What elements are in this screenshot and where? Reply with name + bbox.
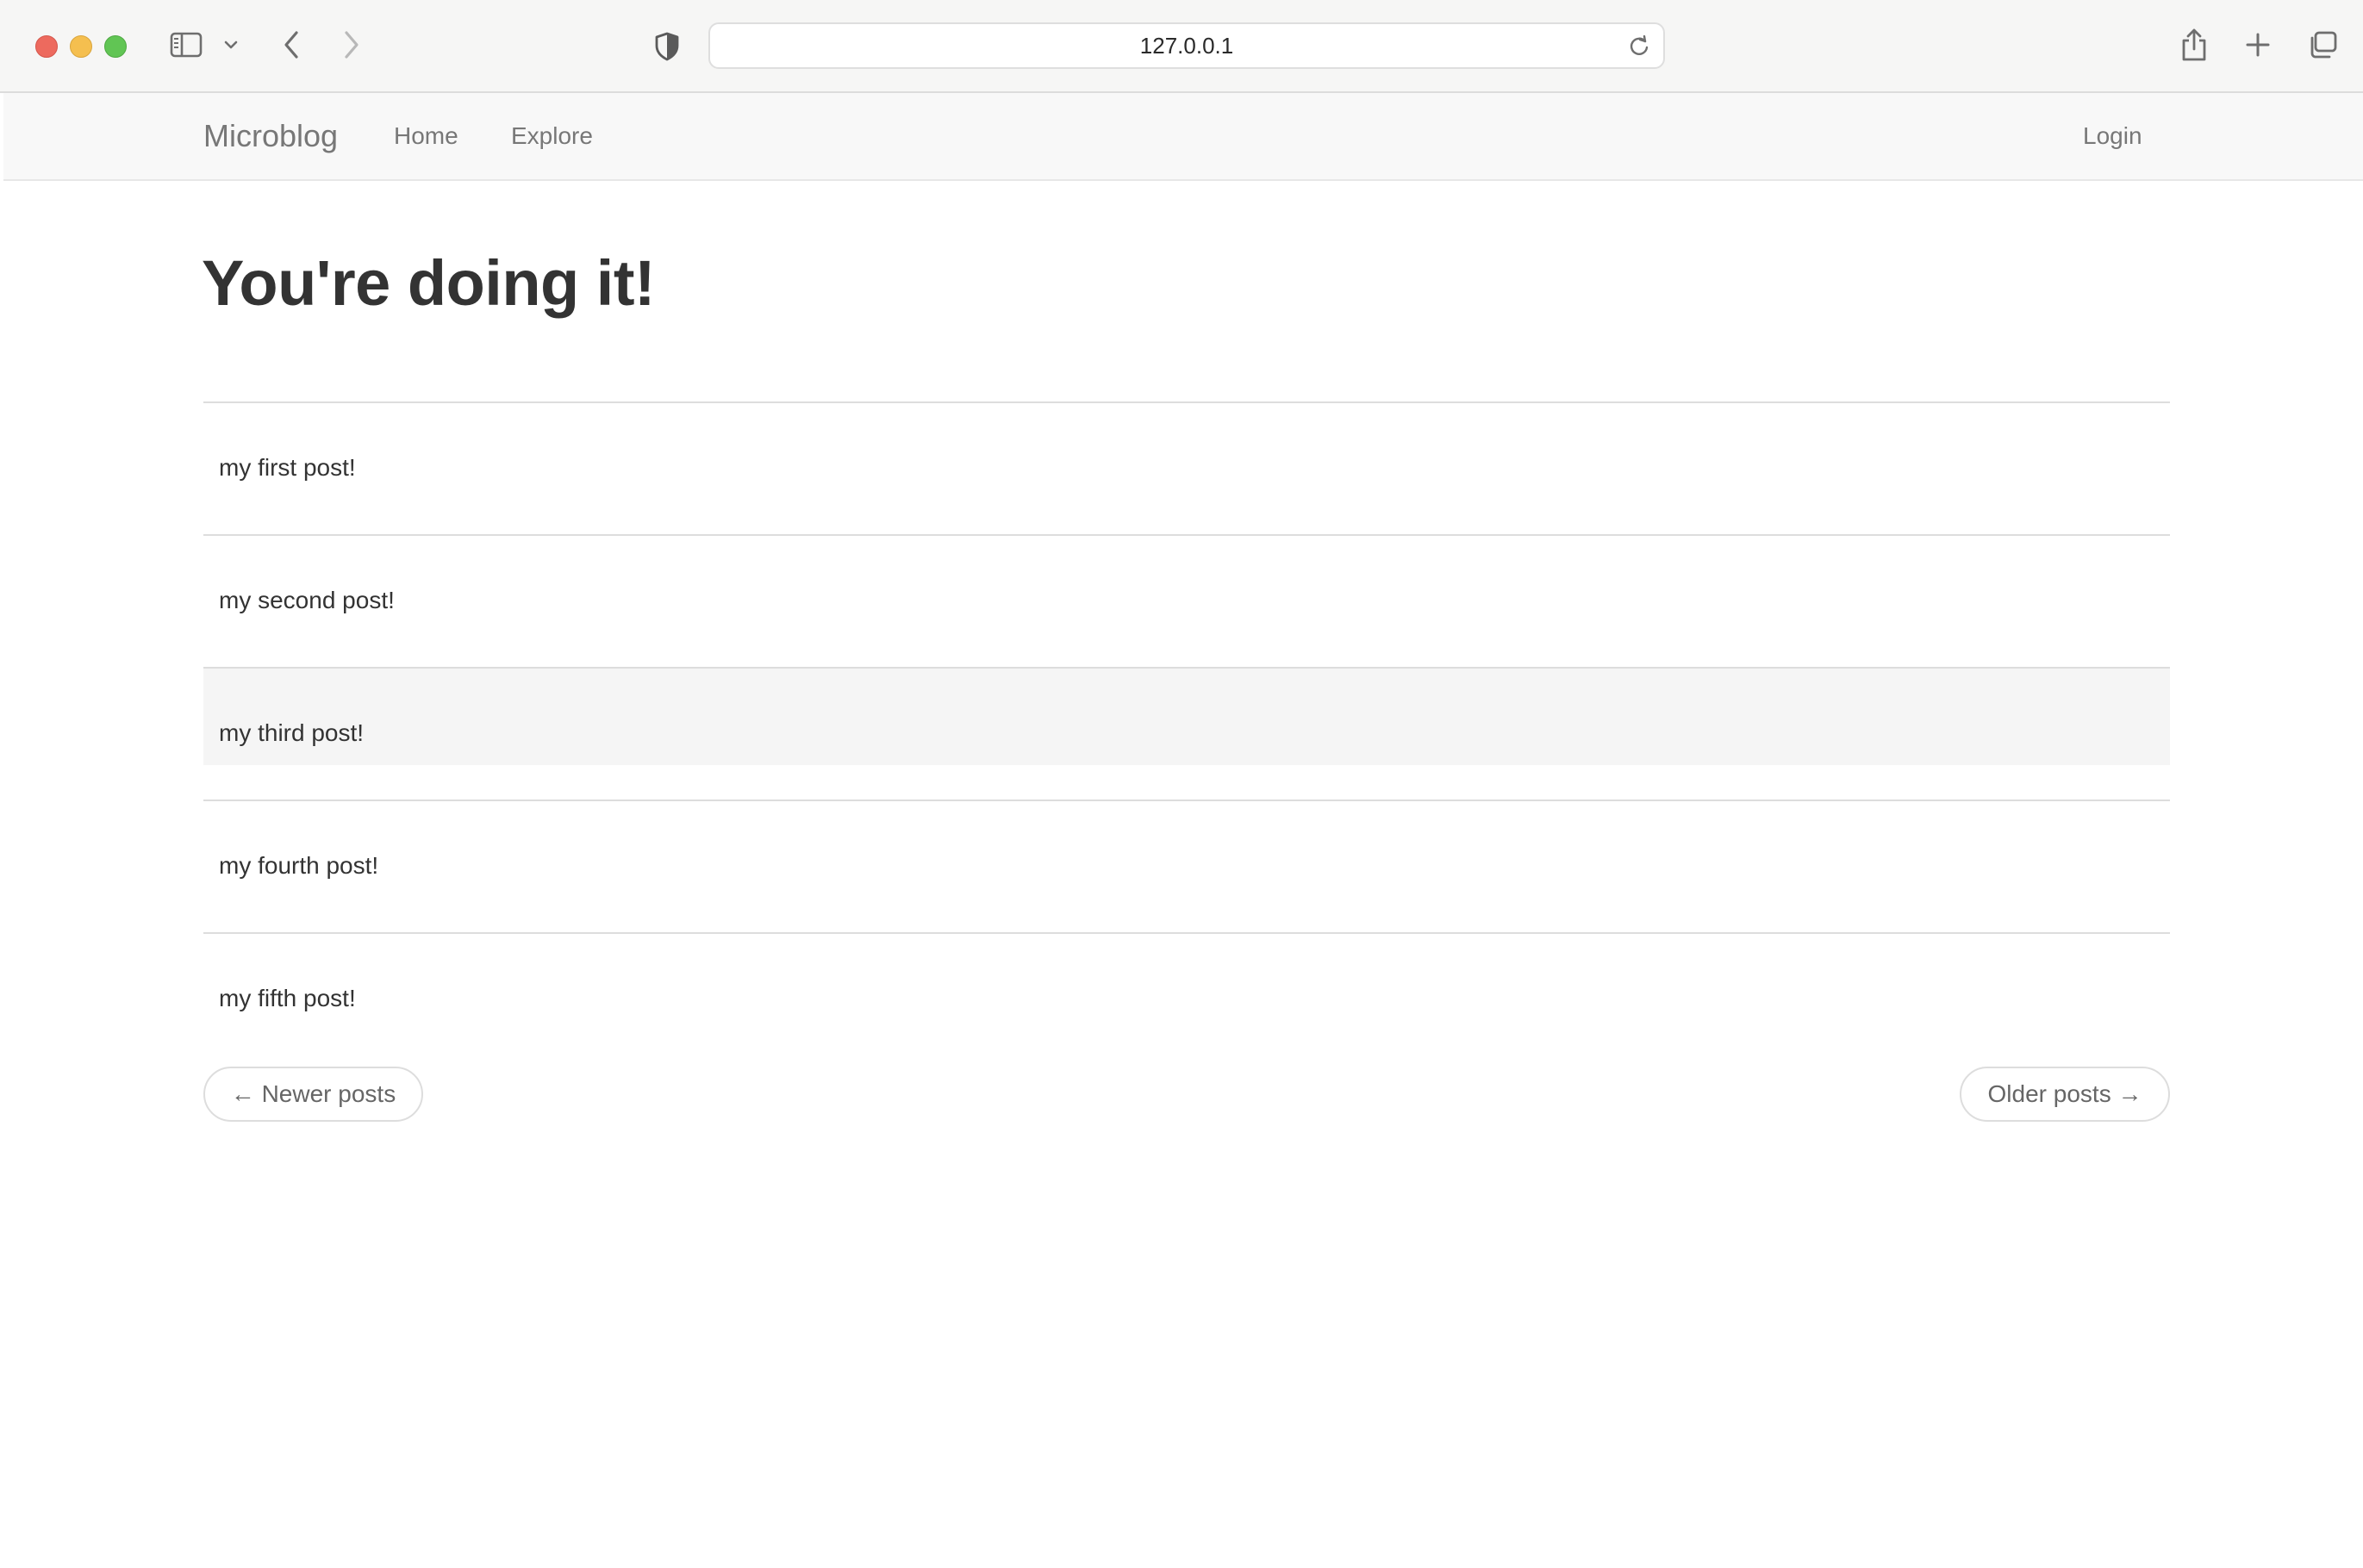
brand-link[interactable]: Microblog: [203, 117, 338, 155]
site-navbar: Microblog Home Explore Login: [3, 93, 2363, 181]
reload-icon[interactable]: [1627, 34, 1651, 59]
post-row: my fourth post!: [203, 800, 2170, 932]
post-body: my third post!: [219, 719, 365, 746]
page-title: You're doing it!: [202, 247, 656, 319]
post-body: my first post!: [219, 454, 356, 481]
newer-posts-button[interactable]: ← Newer posts: [203, 1067, 423, 1122]
older-posts-button[interactable]: Older posts →: [1960, 1067, 2170, 1122]
nav-link-login[interactable]: Login: [2083, 121, 2142, 151]
post-row: my first post!: [203, 401, 2170, 534]
share-icon[interactable]: [2179, 26, 2210, 64]
post-row: my third post!: [203, 667, 2170, 800]
zoom-window-button[interactable]: [104, 35, 127, 58]
nav-link-home[interactable]: Home: [394, 121, 458, 151]
minimize-window-button[interactable]: [70, 35, 92, 58]
post-body: my fourth post!: [219, 852, 379, 879]
sidebar-icon[interactable]: [169, 29, 203, 60]
post-row: my fifth post!: [203, 932, 2170, 1036]
address-bar[interactable]: 127.0.0.1: [708, 22, 1665, 69]
chevron-left-icon[interactable]: [277, 28, 305, 62]
url-text: 127.0.0.1: [1139, 32, 1234, 59]
close-window-button[interactable]: [35, 35, 58, 58]
post-row: my second post!: [203, 534, 2170, 667]
browser-window: 127.0.0.1 Microblog Home Explore Login Y…: [0, 0, 2363, 1568]
post-body: my second post!: [219, 587, 395, 613]
chevron-right-icon[interactable]: [338, 28, 365, 62]
posts-table: my first post! my second post! my third …: [203, 401, 2170, 1036]
row-hover-highlight: [203, 669, 2170, 765]
tabs-icon[interactable]: [2306, 29, 2339, 60]
browser-toolbar: 127.0.0.1: [0, 0, 2363, 93]
post-body: my fifth post!: [219, 985, 356, 1011]
nav-link-explore[interactable]: Explore: [511, 121, 593, 151]
shield-icon[interactable]: [652, 31, 683, 62]
plus-icon[interactable]: [2242, 29, 2273, 60]
chevron-down-icon[interactable]: [221, 36, 241, 53]
